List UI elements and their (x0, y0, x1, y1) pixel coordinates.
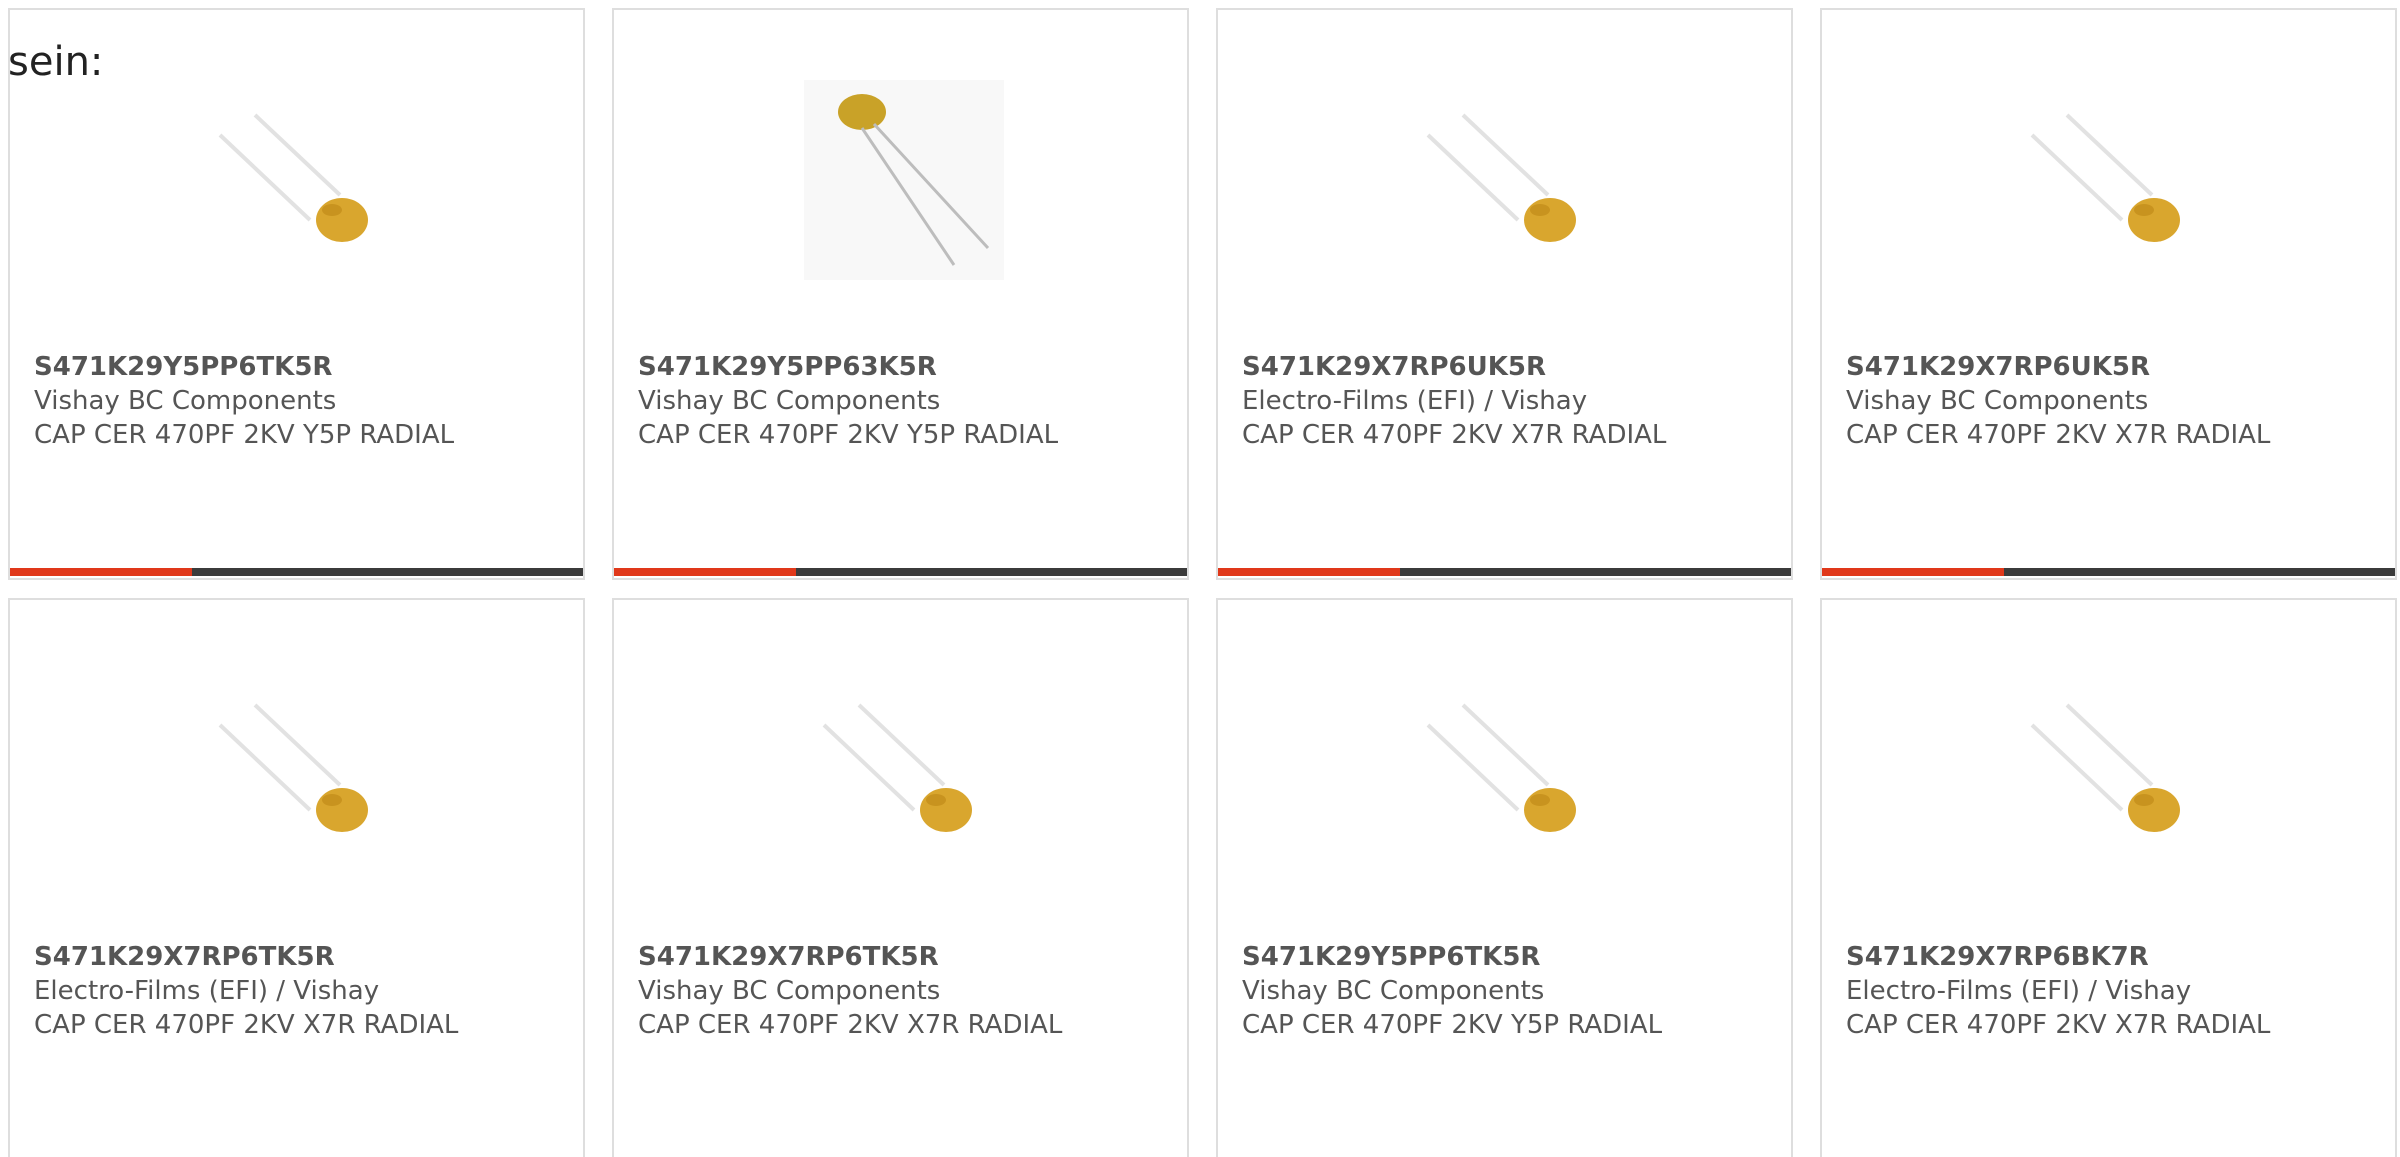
radial-disc-capacitor-icon (218, 113, 368, 242)
part-number[interactable]: S471K29Y5PP6TK5R (1242, 940, 1779, 974)
part-number[interactable]: S471K29X7RP6BK7R (1846, 940, 2383, 974)
product-card[interactable]: S471K29Y5PP6TK5R Vishay BC Components CA… (1216, 598, 1793, 1157)
product-info: S471K29Y5PP6TK5R Vishay BC Components CA… (1242, 940, 1779, 1042)
part-number[interactable]: S471K29Y5PP6TK5R (34, 350, 571, 384)
radial-disc-capacitor-icon (2030, 703, 2180, 832)
product-card[interactable]: S471K29Y5PP63K5R Vishay BC Components CA… (612, 8, 1189, 580)
manufacturer-name: Electro-Films (EFI) / Vishay (1242, 386, 1588, 416)
manufacturer-name: Electro-Films (EFI) / Vishay (34, 976, 380, 1006)
manufacturer-name: Vishay BC Components (638, 386, 941, 416)
radial-disc-capacitor-icon (822, 703, 972, 832)
product-card[interactable]: S471K29X7RP6UK5R Electro-Films (EFI) / V… (1216, 8, 1793, 580)
manufacturer-name: Vishay BC Components (34, 386, 337, 416)
card-progress-bar (614, 568, 1187, 576)
product-card[interactable]: S471K29X7RP6TK5R Electro-Films (EFI) / V… (8, 598, 585, 1157)
section-heading: sein: (8, 39, 104, 85)
part-number[interactable]: S471K29X7RP6UK5R (1846, 350, 2383, 384)
manufacturer-name: Vishay BC Components (638, 976, 941, 1006)
product-info: S471K29X7RP6BK7R Electro-Films (EFI) / V… (1846, 940, 2383, 1042)
product-grid: S471K29Y5PP6TK5R Vishay BC Components CA… (8, 8, 2400, 1157)
product-description: CAP CER 470PF 2KV Y5P RADIAL (34, 420, 455, 450)
radial-disc-capacitor-icon (2030, 113, 2180, 242)
radial-disc-capacitor-icon (804, 80, 1004, 280)
product-info: S471K29X7RP6UK5R Vishay BC Components CA… (1846, 350, 2383, 452)
product-description: CAP CER 470PF 2KV X7R RADIAL (34, 1010, 459, 1040)
radial-disc-capacitor-icon (218, 703, 368, 832)
part-number[interactable]: S471K29Y5PP63K5R (638, 350, 1175, 384)
card-progress-accent (614, 568, 796, 576)
product-info: S471K29Y5PP6TK5R Vishay BC Components CA… (34, 350, 571, 452)
product-description: CAP CER 470PF 2KV X7R RADIAL (1242, 420, 1667, 450)
product-info: S471K29X7RP6UK5R Electro-Films (EFI) / V… (1242, 350, 1779, 452)
part-number[interactable]: S471K29X7RP6TK5R (34, 940, 571, 974)
product-description: CAP CER 470PF 2KV X7R RADIAL (1846, 1010, 2271, 1040)
product-info: S471K29X7RP6TK5R Vishay BC Components CA… (638, 940, 1175, 1042)
card-progress-bar (1822, 568, 2395, 576)
manufacturer-name: Vishay BC Components (1846, 386, 2149, 416)
manufacturer-name: Vishay BC Components (1242, 976, 1545, 1006)
part-number[interactable]: S471K29X7RP6TK5R (638, 940, 1175, 974)
manufacturer-name: Electro-Films (EFI) / Vishay (1846, 976, 2192, 1006)
product-info: S471K29Y5PP63K5R Vishay BC Components CA… (638, 350, 1175, 452)
product-info: S471K29X7RP6TK5R Electro-Films (EFI) / V… (34, 940, 571, 1042)
product-card[interactable]: S471K29X7RP6BK7R Electro-Films (EFI) / V… (1820, 598, 2397, 1157)
radial-disc-capacitor-icon (1426, 703, 1576, 832)
card-progress-accent (10, 568, 192, 576)
product-description: CAP CER 470PF 2KV X7R RADIAL (1846, 420, 2271, 450)
product-description: CAP CER 470PF 2KV Y5P RADIAL (638, 420, 1059, 450)
card-progress-bar (1218, 568, 1791, 576)
card-progress-accent (1218, 568, 1400, 576)
product-description: CAP CER 470PF 2KV Y5P RADIAL (1242, 1010, 1663, 1040)
product-description: CAP CER 470PF 2KV X7R RADIAL (638, 1010, 1063, 1040)
product-card[interactable]: S471K29X7RP6UK5R Vishay BC Components CA… (1820, 8, 2397, 580)
card-progress-accent (1822, 568, 2004, 576)
part-number[interactable]: S471K29X7RP6UK5R (1242, 350, 1779, 384)
card-progress-bar (10, 568, 583, 576)
radial-disc-capacitor-icon (1426, 113, 1576, 242)
product-card[interactable]: S471K29Y5PP6TK5R Vishay BC Components CA… (8, 8, 585, 580)
product-card[interactable]: S471K29X7RP6TK5R Vishay BC Components CA… (612, 598, 1189, 1157)
